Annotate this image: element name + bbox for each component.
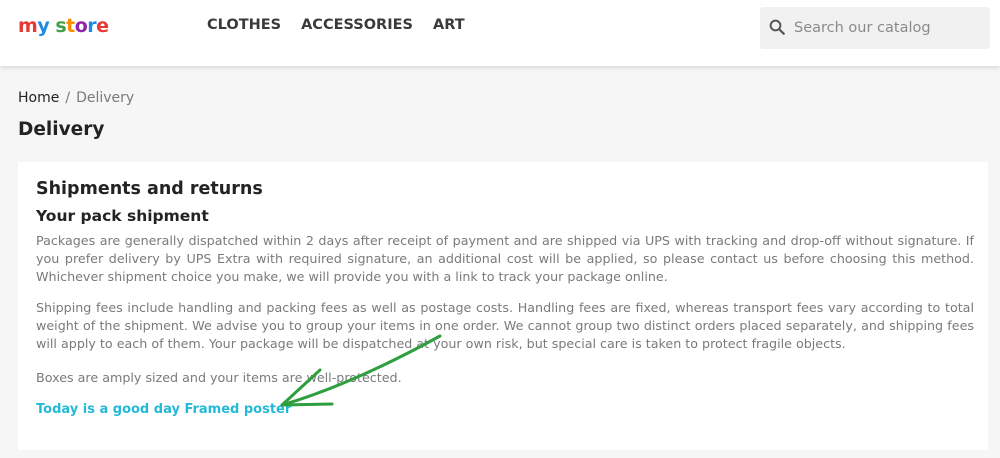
logo-letter: t	[66, 15, 75, 37]
paragraph-boxes: Boxes are amply sized and your items are…	[36, 370, 402, 385]
main-nav: CLOTHES ACCESSORIES ART	[207, 16, 465, 34]
search-icon[interactable]	[768, 18, 786, 36]
nav-item-accessories[interactable]: ACCESSORIES	[301, 16, 413, 34]
search-box[interactable]	[760, 7, 990, 49]
breadcrumb-home[interactable]: Home	[18, 89, 59, 107]
breadcrumb-current: Delivery	[76, 90, 135, 106]
breadcrumb: Home / Delivery	[18, 89, 134, 107]
section-subheading: Your pack shipment	[36, 207, 209, 225]
nav-item-art[interactable]: ART	[433, 16, 465, 34]
breadcrumb-separator: /	[65, 90, 71, 106]
logo-letter: y	[37, 15, 50, 37]
logo-letter: m	[18, 15, 38, 37]
site-header: my store CLOTHES ACCESSORIES ART	[0, 0, 1000, 66]
store-logo[interactable]: my store	[18, 14, 109, 38]
section-heading: Shipments and returns	[36, 179, 263, 199]
logo-letter: s	[55, 15, 67, 37]
logo-letter: e	[96, 15, 109, 37]
logo-letter: r	[87, 15, 97, 37]
search-input[interactable]	[794, 7, 984, 49]
nav-item-clothes[interactable]: CLOTHES	[207, 16, 281, 34]
paragraph-dispatch: Packages are generally dispatched within…	[36, 233, 974, 284]
content-card: Shipments and returns Your pack shipment…	[18, 162, 988, 450]
logo-letter: o	[74, 15, 88, 37]
page-title: Delivery	[18, 119, 105, 140]
product-link[interactable]: Today is a good day Framed poster	[36, 401, 291, 419]
paragraph-fees: Shipping fees include handling and packi…	[36, 300, 974, 351]
